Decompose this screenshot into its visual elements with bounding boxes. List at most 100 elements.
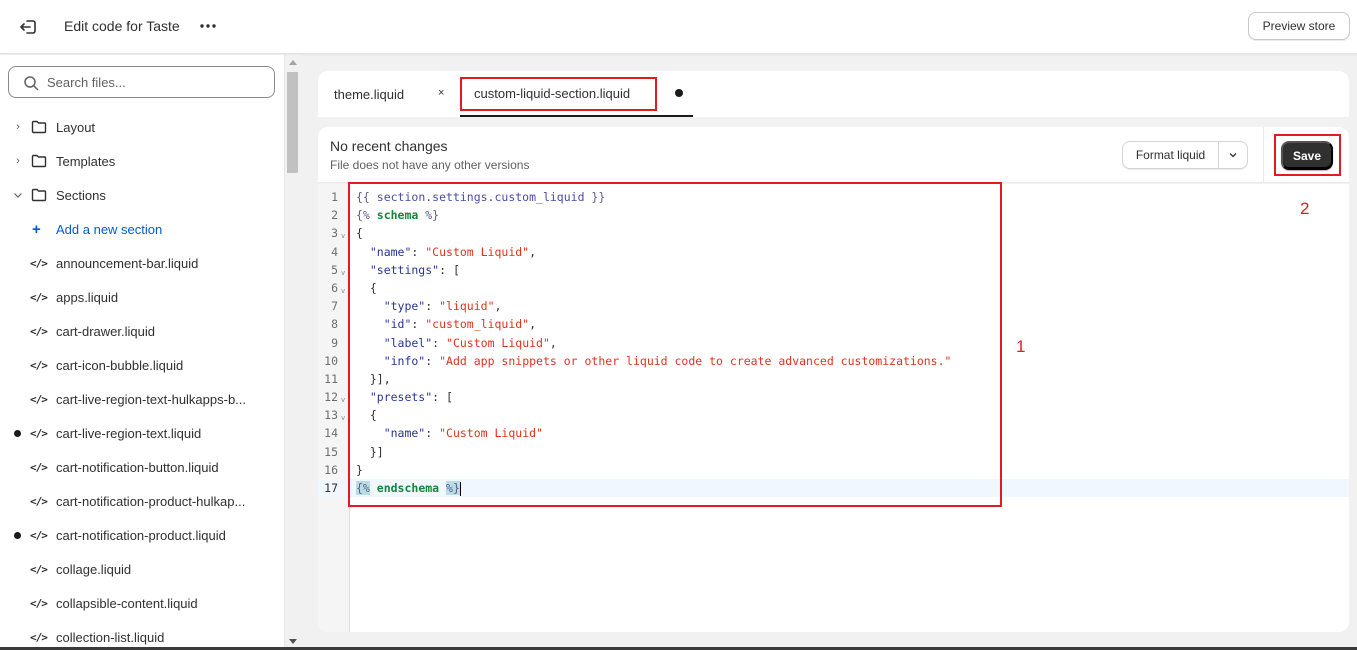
line-number: 15	[324, 444, 338, 459]
folder-icon	[31, 154, 47, 168]
folder-label: Templates	[56, 153, 116, 169]
format-options-button[interactable]	[1219, 142, 1247, 168]
code-line[interactable]: 3 v{	[318, 224, 1349, 242]
line-number: 8	[331, 317, 338, 332]
folder-sections[interactable]: Sections	[0, 178, 284, 212]
code-line[interactable]: 15 }]	[318, 443, 1349, 461]
code-file-icon: </>	[30, 460, 48, 474]
file-label: collage.liquid	[56, 561, 132, 577]
code-file-icon: </>	[30, 494, 48, 508]
file-item[interactable]: </> cart-notification-product.liquid	[0, 518, 284, 552]
modified-dot-icon	[14, 429, 21, 437]
line-number: 11	[324, 371, 338, 386]
file-item[interactable]: </> cart-icon-bubble.liquid	[0, 348, 284, 382]
code-text: "info": "Add app snippets or other liqui…	[356, 353, 952, 368]
line-number: 1	[331, 190, 338, 204]
code-file-icon: </>	[30, 630, 48, 644]
code-file-icon: </>	[30, 256, 48, 270]
code-line[interactable]: 16}	[318, 461, 1349, 479]
code-lines[interactable]: 1 {{ section.settings.custom_liquid }} 2 {…	[318, 188, 1349, 498]
sidebar-scrollbar[interactable]	[284, 55, 300, 650]
preview-store-button[interactable]: Preview store	[1248, 12, 1350, 40]
file-item[interactable]: </> collage.liquid	[0, 552, 284, 586]
code-line[interactable]: 11 }],	[318, 370, 1349, 388]
file-tree: › Layout › Templates Sections + Add a ne…	[0, 110, 284, 650]
tab-label: theme.liquid	[334, 86, 405, 102]
file-item[interactable]: </> collapsible-content.liquid	[0, 586, 284, 620]
file-label: announcement-bar.liquid	[56, 255, 199, 271]
scrollbar-thumb[interactable]	[287, 72, 298, 173]
tab-theme-liquid[interactable]: theme.liquid	[334, 71, 404, 117]
code-file-icon: </>	[30, 324, 48, 338]
changes-subtitle: File does not have any other versions	[330, 158, 530, 172]
code-line[interactable]: 14 "name": "Custom Liquid"	[318, 424, 1349, 442]
code-line[interactable]: 13 v {	[318, 406, 1349, 424]
add-section-label: Add a new section	[56, 221, 163, 237]
code-line[interactable]: 2 {% schema %}	[318, 206, 1349, 224]
file-item[interactable]: </> announcement-bar.liquid	[0, 246, 284, 280]
line-number: 13	[324, 408, 338, 423]
folder-layout[interactable]: › Layout	[0, 110, 284, 144]
file-label: cart-live-region-text-hulkapps-b...	[56, 391, 247, 407]
format-liquid-button-group: Format liquid	[1122, 141, 1248, 169]
line-number: 2	[331, 208, 338, 223]
code-text: "type": "liquid",	[356, 299, 502, 314]
code-text: "presets": [	[356, 390, 453, 405]
chevron-right-icon[interactable]: ›	[12, 155, 24, 167]
page-title: Edit code for Taste	[64, 18, 180, 34]
file-item[interactable]: </> apps.liquid	[0, 280, 284, 314]
code-line[interactable]: 1 {{ section.settings.custom_liquid }}	[318, 188, 1349, 206]
modified-dot-icon	[14, 531, 21, 539]
code-line[interactable]: 8 "id": "custom_liquid",	[318, 315, 1349, 333]
code-line[interactable]: 4 "name": "Custom Liquid",	[318, 243, 1349, 261]
file-item[interactable]: </> cart-notification-product-hulkap...	[0, 484, 284, 518]
code-text: "name": "Custom Liquid",	[356, 244, 537, 259]
code-line[interactable]: 6v {	[318, 279, 1349, 297]
code-line[interactable]: 12 v "presets": [	[318, 388, 1349, 406]
chevron-down-icon[interactable]	[12, 189, 24, 201]
code-line[interactable]: 17 {% endschema %}	[318, 479, 1349, 498]
file-item[interactable]: </> cart-notification-button.liquid	[0, 450, 284, 484]
format-liquid-button[interactable]: Format liquid	[1123, 142, 1219, 168]
line-number: 16	[324, 462, 338, 477]
file-item[interactable]: </> cart-live-region-text.liquid	[0, 416, 284, 450]
tab-custom-liquid-section[interactable]: custom-liquid-section.liquid	[460, 71, 693, 117]
code-editor[interactable]: 1 {{ section.settings.custom_liquid }} 2 {…	[318, 184, 1349, 632]
search-box[interactable]	[8, 66, 275, 98]
line-number: 17	[324, 481, 338, 495]
code-text: }	[356, 462, 363, 477]
code-file-icon: </>	[30, 528, 48, 542]
tab-label: custom-liquid-section.liquid	[474, 85, 631, 101]
code-line[interactable]: 9 "label": "Custom Liquid",	[318, 334, 1349, 352]
line-number: 3	[331, 226, 338, 241]
chevron-right-icon[interactable]: ›	[12, 121, 24, 133]
close-tab-icon[interactable]: ×	[438, 87, 444, 99]
folder-templates[interactable]: › Templates	[0, 144, 284, 178]
annotation-number-1: 1	[1016, 337, 1026, 356]
code-file-icon: </>	[30, 562, 48, 576]
more-horizontal-icon[interactable]	[198, 16, 218, 36]
code-line[interactable]: 5v "settings": [	[318, 261, 1349, 279]
editor-tabs: theme.liquid × custom-liquid-section.liq…	[318, 71, 1349, 117]
unsaved-dot-icon[interactable]	[675, 89, 683, 97]
exit-icon[interactable]	[18, 17, 38, 37]
code-file-icon: </>	[30, 426, 48, 440]
search-files-input[interactable]	[47, 71, 267, 93]
file-label: cart-notification-product-hulkap...	[56, 493, 246, 509]
folder-icon	[31, 188, 47, 202]
file-label: cart-drawer.liquid	[56, 323, 155, 339]
add-new-section-link[interactable]: + Add a new section	[0, 212, 284, 246]
code-text: "settings": [	[356, 262, 460, 277]
code-line[interactable]: 10 "info": "Add app snippets or other li…	[318, 352, 1349, 370]
file-item[interactable]: </> cart-live-region-text-hulkapps-b...	[0, 382, 284, 416]
scroll-down-arrow-icon[interactable]	[289, 639, 297, 644]
line-number: 7	[331, 299, 338, 314]
file-label: cart-notification-product.liquid	[56, 527, 226, 543]
scroll-up-arrow-icon[interactable]	[289, 60, 297, 65]
file-item[interactable]: </> cart-drawer.liquid	[0, 314, 284, 348]
changes-title: No recent changes	[330, 138, 448, 154]
save-button[interactable]: Save	[1281, 141, 1333, 170]
file-item[interactable]: </> collection-list.liquid	[0, 620, 284, 650]
line-number: 6	[331, 280, 338, 295]
code-line[interactable]: 7 "type": "liquid",	[318, 297, 1349, 315]
